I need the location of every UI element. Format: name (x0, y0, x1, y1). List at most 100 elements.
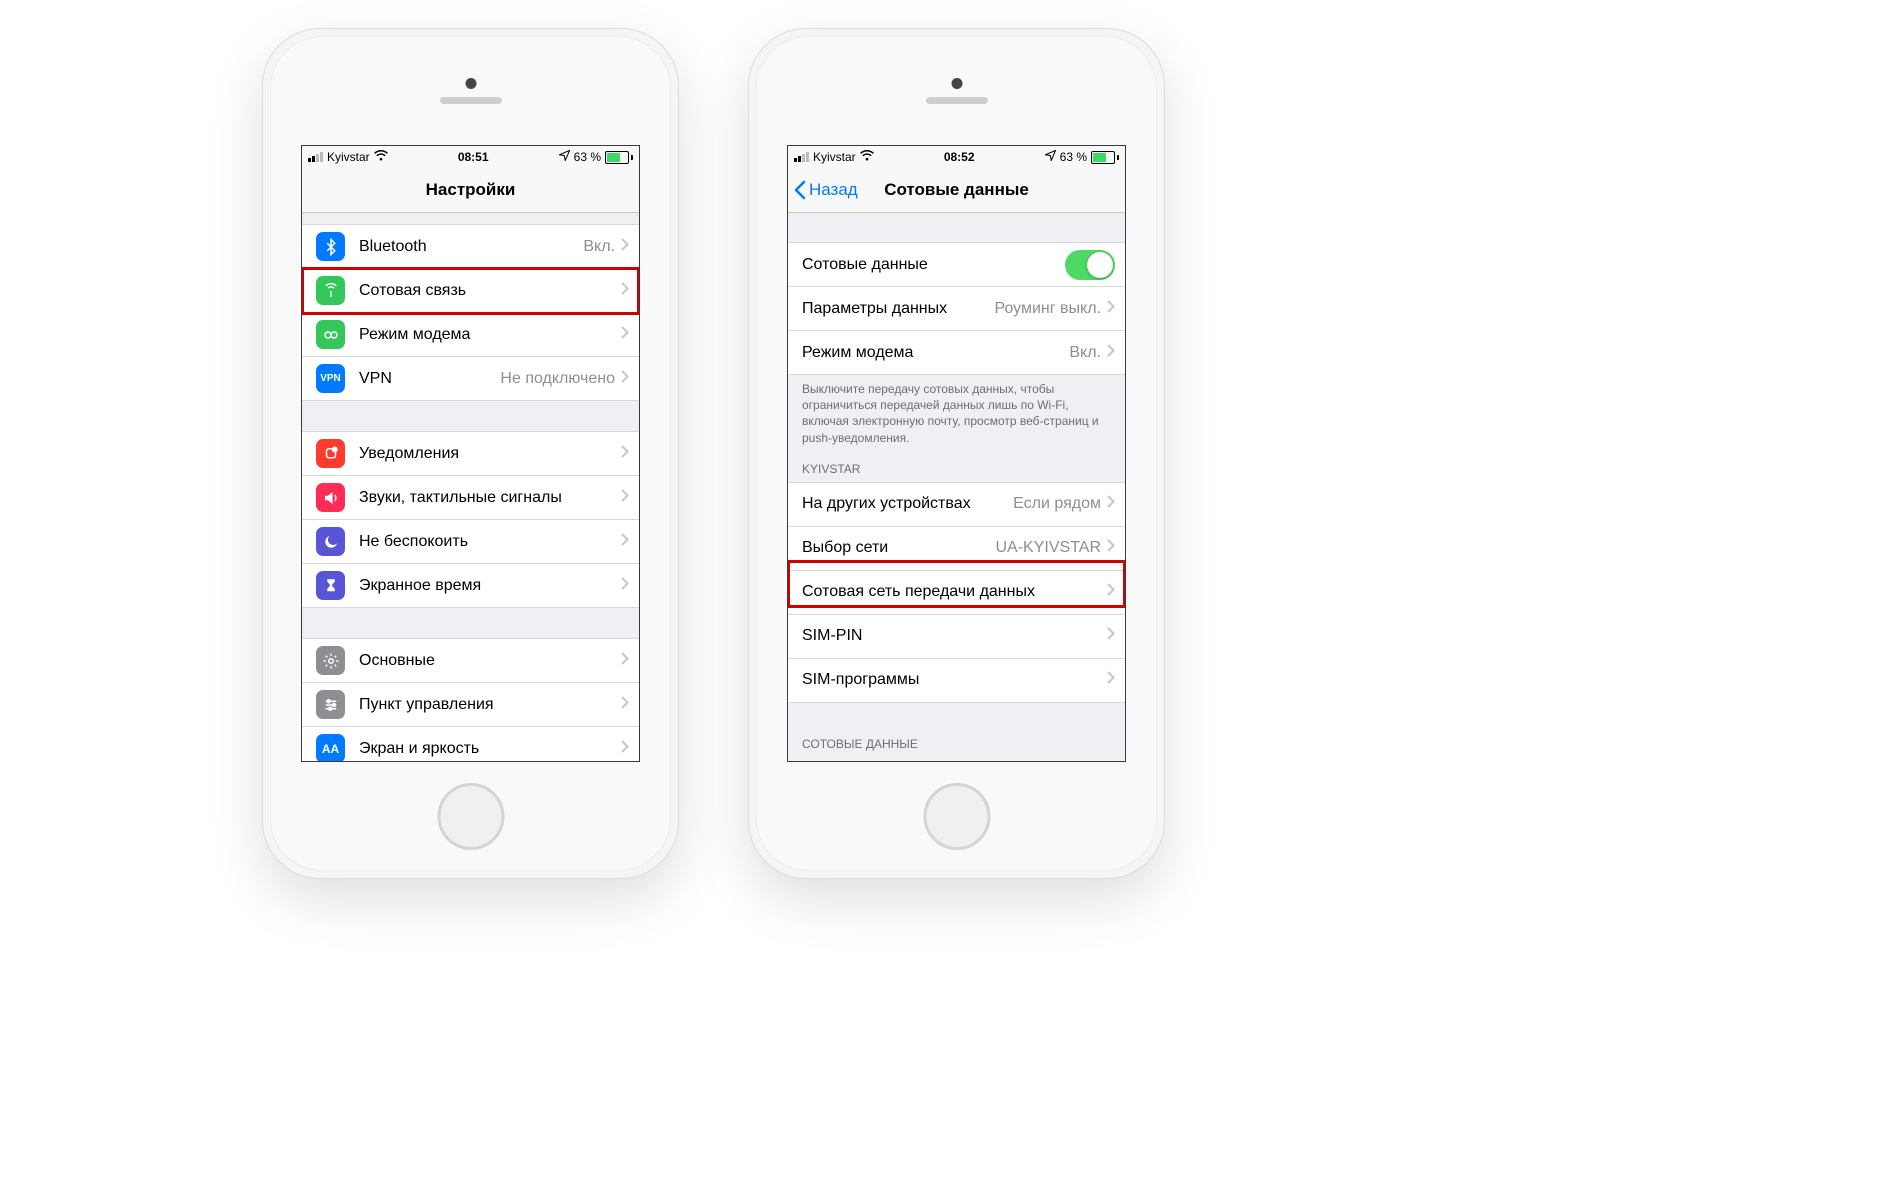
row-detail: Вкл. (1069, 344, 1101, 362)
row-label: Звуки, тактильные сигналы (359, 489, 621, 507)
row-label: Уведомления (359, 445, 621, 463)
row-label: Режим модема (802, 344, 1069, 362)
row-label: Экран и яркость (359, 740, 621, 758)
row-sim-pin[interactable]: SIM-PIN (788, 614, 1125, 658)
row-apn[interactable]: Сотовая сеть передачи данных (788, 570, 1125, 614)
footer-text: Выключите передачу сотовых данных, чтобы… (788, 375, 1125, 446)
status-bar: Kyivstar 08:52 63 % (788, 146, 1125, 168)
section-header-carrier: KYIVSTAR (788, 446, 1125, 482)
row-label: SIM-программы (802, 671, 1107, 689)
row-label: Экранное время (359, 577, 621, 595)
gear-icon (316, 646, 345, 675)
home-button[interactable] (923, 783, 990, 850)
row-vpn[interactable]: VPN VPN Не подключено (302, 356, 639, 401)
chevron-right-icon (621, 652, 629, 670)
chevron-right-icon (1107, 627, 1115, 645)
antenna-icon (316, 276, 345, 305)
bell-icon (316, 439, 345, 468)
row-other-devices[interactable]: На других устройствах Если рядом (788, 482, 1125, 526)
front-camera (465, 78, 476, 89)
phone-bezel: Kyivstar 08:51 63 % Настройки (270, 36, 671, 871)
chevron-right-icon (621, 326, 629, 344)
wifi-icon (374, 150, 388, 164)
clock-label: 08:52 (944, 150, 975, 164)
row-cellular[interactable]: Сотовая связь (302, 268, 639, 312)
row-dnd[interactable]: Не беспокоить (302, 519, 639, 563)
row-sim-apps[interactable]: SIM-программы (788, 658, 1125, 703)
chevron-right-icon (621, 238, 629, 256)
moon-icon (316, 527, 345, 556)
row-general[interactable]: Основные (302, 638, 639, 682)
hourglass-icon (316, 571, 345, 600)
location-icon (1045, 150, 1056, 164)
phone-bezel: Kyivstar 08:52 63 % Назад Сотовые да (756, 36, 1157, 871)
row-data-options[interactable]: Параметры данных Роуминг выкл. (788, 286, 1125, 330)
battery-pct: 63 % (574, 150, 601, 164)
row-detail: Вкл. (583, 238, 615, 256)
cellular-data-toggle[interactable] (1065, 250, 1115, 280)
row-notifications[interactable]: Уведомления (302, 431, 639, 475)
signal-icon (794, 152, 809, 162)
row-control-center[interactable]: Пункт управления (302, 682, 639, 726)
chevron-right-icon (1107, 671, 1115, 689)
carrier-label: Kyivstar (813, 150, 856, 164)
row-bluetooth[interactable]: Bluetooth Вкл. (302, 224, 639, 268)
hotspot-icon (316, 320, 345, 349)
row-label: Пункт управления (359, 696, 621, 714)
row-label: Основные (359, 652, 621, 670)
cellular-list[interactable]: Сотовые данные Параметры данных Роуминг … (788, 212, 1125, 761)
row-network-selection[interactable]: Выбор сети UA-KYIVSTAR (788, 526, 1125, 570)
row-label: VPN (359, 370, 500, 388)
chevron-right-icon (621, 370, 629, 388)
chevron-right-icon (621, 740, 629, 758)
speaker-grille (440, 97, 502, 104)
back-button[interactable]: Назад (794, 180, 858, 200)
battery-pct: 63 % (1060, 150, 1087, 164)
row-hotspot[interactable]: Режим модема (302, 312, 639, 356)
section-header-data: СОТОВЫЕ ДАННЫЕ (788, 703, 1125, 757)
navbar: Назад Сотовые данные (788, 168, 1125, 213)
row-label: Сотовые данные (802, 256, 1065, 274)
chevron-right-icon (1107, 583, 1115, 601)
chevron-right-icon (621, 577, 629, 595)
row-display[interactable]: AA Экран и яркость (302, 726, 639, 761)
speaker-icon (316, 483, 345, 512)
row-detail: Не подключено (500, 370, 615, 388)
row-label: Bluetooth (359, 238, 583, 256)
row-label: Режим модема (359, 326, 621, 344)
row-sounds[interactable]: Звуки, тактильные сигналы (302, 475, 639, 519)
stage: Kyivstar 08:51 63 % Настройки (0, 0, 1900, 1204)
row-label: Сотовая сеть передачи данных (802, 583, 1107, 601)
chevron-right-icon (621, 445, 629, 463)
row-cellular-data[interactable]: Сотовые данные (788, 242, 1125, 286)
phone-right: Kyivstar 08:52 63 % Назад Сотовые да (748, 28, 1165, 879)
page-title: Сотовые данные (884, 180, 1029, 200)
home-button[interactable] (437, 783, 504, 850)
phone-left: Kyivstar 08:51 63 % Настройки (262, 28, 679, 879)
chevron-right-icon (1107, 300, 1115, 318)
sliders-icon (316, 690, 345, 719)
row-label: На других устройствах (802, 495, 1013, 513)
row-hotspot[interactable]: Режим модема Вкл. (788, 330, 1125, 375)
vpn-icon: VPN (316, 364, 345, 393)
location-icon (559, 150, 570, 164)
signal-icon (308, 152, 323, 162)
row-label: Не беспокоить (359, 533, 621, 551)
chevron-right-icon (621, 696, 629, 714)
bluetooth-icon (316, 232, 345, 261)
clock-label: 08:51 (458, 150, 489, 164)
navbar: Настройки (302, 168, 639, 213)
page-title: Настройки (426, 180, 516, 200)
row-detail: UA-KYIVSTAR (996, 539, 1102, 557)
row-screentime[interactable]: Экранное время (302, 563, 639, 608)
brightness-icon: AA (316, 734, 345, 761)
row-label: Сотовая связь (359, 282, 621, 300)
chevron-right-icon (621, 282, 629, 300)
back-label: Назад (809, 180, 858, 200)
chevron-right-icon (621, 533, 629, 551)
chevron-right-icon (1107, 539, 1115, 557)
row-detail: Если рядом (1013, 495, 1101, 513)
settings-list[interactable]: Bluetooth Вкл. Сотовая связь Режим модем (302, 212, 639, 761)
chevron-right-icon (1107, 344, 1115, 362)
battery-icon (605, 151, 633, 164)
